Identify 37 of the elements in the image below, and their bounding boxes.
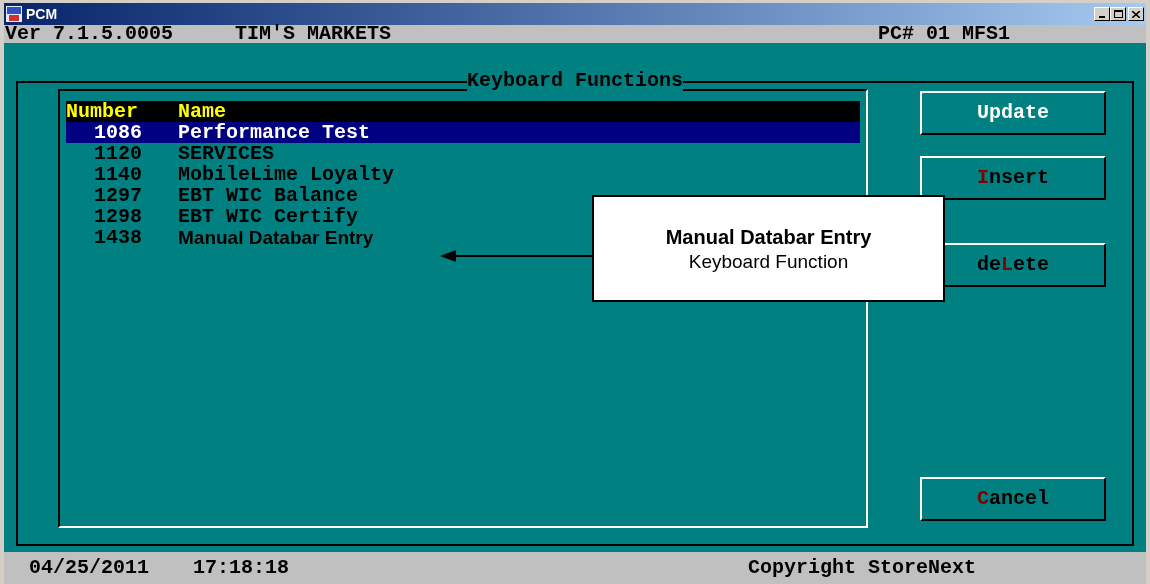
function-name: EBT WIC Balance (178, 185, 359, 206)
function-number: 1438 (93, 227, 143, 248)
callout-title: Manual Databar Entry (665, 224, 872, 250)
command-button[interactable]: Cancel (920, 477, 1106, 521)
function-name: Performance Test (178, 122, 371, 143)
close-button[interactable] (1128, 7, 1144, 21)
minimize-icon (1099, 16, 1105, 18)
function-name: EBT WIC Certify (178, 206, 359, 227)
callout-subtitle: Keyboard Function (688, 249, 849, 274)
list-row[interactable]: 1140 MobileLime Loyalty (66, 164, 860, 185)
minimize-button[interactable] (1094, 7, 1110, 21)
function-name: MobileLime Loyalty (178, 164, 395, 185)
function-number: 1140 (93, 164, 143, 185)
list-row[interactable]: 1086 Performance Test (66, 122, 860, 143)
function-number: 1297 (93, 185, 143, 206)
maximize-icon (1113, 10, 1123, 18)
command-button[interactable]: Update (920, 91, 1106, 135)
panel-title: Keyboard Functions (466, 71, 683, 91)
command-button[interactable]: Insert (920, 156, 1106, 200)
app-icon (6, 6, 22, 22)
function-number: 1298 (93, 206, 143, 227)
maximize-button[interactable] (1110, 7, 1126, 21)
time-label: 17:18:18 (193, 558, 290, 578)
function-number: 1120 (93, 143, 143, 164)
function-number: 1086 (93, 122, 143, 143)
copyright-label: Copyright StoreNext (747, 558, 976, 578)
column-header: Name (178, 101, 226, 122)
date-label: 04/25/2011 (29, 558, 150, 578)
store-name: TIM'S MARKETS (235, 25, 392, 43)
function-name: SERVICES (178, 143, 274, 164)
terminal-label: PC# 01 MFS1 (877, 25, 1010, 43)
version-label: Ver 7.1.5.0005 (5, 25, 174, 43)
window-title: PCM (26, 4, 58, 24)
list-row[interactable]: 1120 SERVICES (66, 143, 860, 164)
function-name: Manual Databar Entry (178, 227, 374, 248)
close-icon (1132, 10, 1140, 18)
column-header: Number (66, 101, 139, 122)
